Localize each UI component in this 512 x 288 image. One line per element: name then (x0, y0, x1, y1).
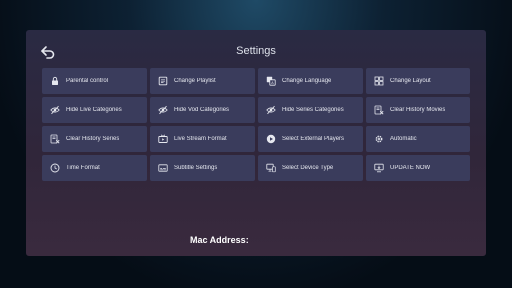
change-language-button[interactable]: A Change Language (258, 68, 363, 94)
play-icon (266, 134, 276, 144)
eye-off-icon (266, 105, 276, 115)
clear-history-movies-button[interactable]: Clear History Movies (366, 97, 470, 123)
button-label: Parental control (66, 78, 109, 84)
hide-series-categories-button[interactable]: Hide Series Categories (258, 97, 363, 123)
lock-icon (52, 76, 58, 85)
change-playlist-button[interactable]: Change Playlist (150, 68, 255, 94)
gear-icon (375, 135, 383, 143)
button-label: Change Playlist (174, 78, 216, 84)
tv-icon (158, 134, 168, 143)
select-external-players-button[interactable]: Select External Players (258, 126, 363, 152)
clock-icon (50, 163, 60, 173)
clear-history-series-button[interactable]: Clear History Series (42, 126, 147, 152)
automatic-button[interactable]: Automatic (366, 126, 470, 152)
clear-history-icon (374, 105, 384, 115)
button-label: Hide Series Categories (282, 107, 344, 113)
button-label: Change Layout (390, 78, 431, 84)
live-stream-format-button[interactable]: Live Stream Format (150, 126, 255, 152)
button-label: Time Format (66, 165, 100, 171)
button-label: Clear History Series (66, 136, 120, 142)
subtitle-settings-button[interactable]: Subtitle Settings (150, 155, 255, 181)
playlist-icon (158, 76, 168, 86)
button-label: Change Language (282, 78, 332, 84)
parental-control-button[interactable]: Parental control (42, 68, 147, 94)
button-label: Clear History Movies (390, 107, 446, 113)
subtitle-icon (158, 164, 168, 172)
change-layout-button[interactable]: Change Layout (366, 68, 470, 94)
page-title: Settings (236, 45, 276, 57)
layout-icon (374, 76, 384, 86)
clear-history-icon (50, 134, 60, 144)
button-label: Hide Vod Categories (174, 107, 230, 113)
button-label: Select External Players (282, 136, 345, 142)
update-now-button[interactable]: UPDATE NOW (366, 155, 470, 181)
language-icon: A (266, 76, 276, 86)
button-label: Hide Live Categories (66, 107, 122, 113)
device-icon (266, 163, 276, 173)
hide-vod-categories-button[interactable]: Hide Vod Categories (150, 97, 255, 123)
settings-grid: Parental control Change Playlist A Chang… (42, 68, 470, 181)
mac-address-label: Mac Address: (190, 235, 249, 245)
button-label: UPDATE NOW (390, 165, 431, 171)
eye-off-icon (158, 105, 168, 115)
time-format-button[interactable]: Time Format (42, 155, 147, 181)
button-label: Subtitle Settings (174, 165, 218, 171)
eye-off-icon (50, 105, 60, 115)
update-icon (374, 163, 384, 173)
button-label: Select Device Type (282, 165, 334, 171)
select-device-type-button[interactable]: Select Device Type (258, 155, 363, 181)
button-label: Live Stream Format (174, 136, 227, 142)
button-label: Automatic (390, 136, 417, 142)
hide-live-categories-button[interactable]: Hide Live Categories (42, 97, 147, 123)
